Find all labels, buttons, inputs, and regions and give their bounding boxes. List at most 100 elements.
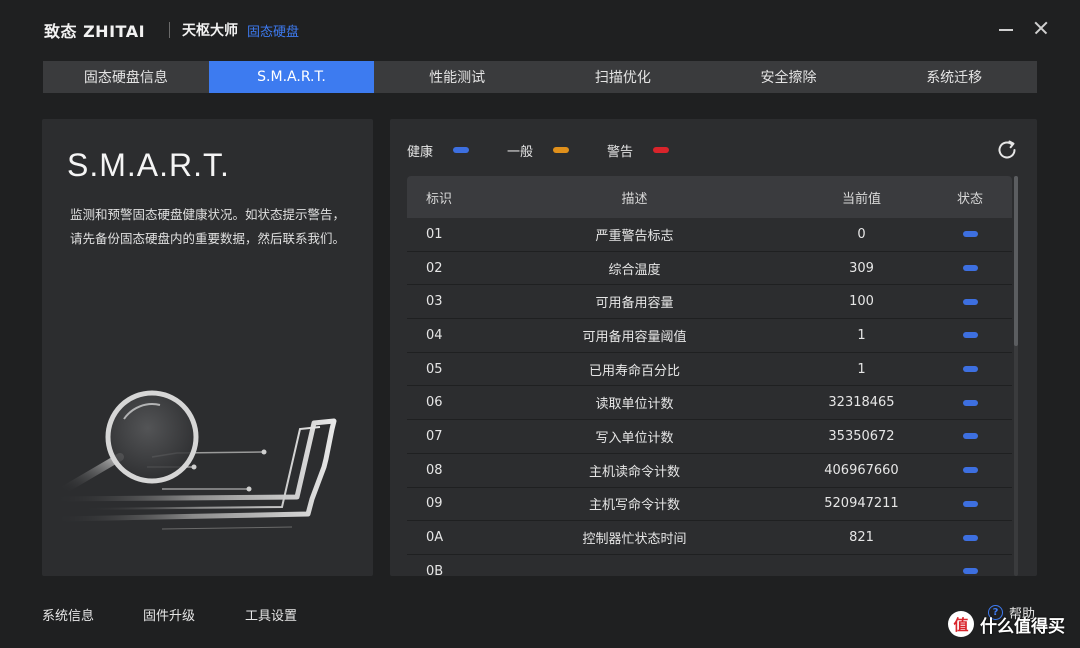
refresh-icon[interactable] <box>996 139 1018 161</box>
row-state <box>928 399 1012 406</box>
legend-swatch-blue <box>453 147 470 153</box>
watermark-text: 什么值得买 <box>980 616 1065 637</box>
smart-attributes-table: 标识 描述 当前值 状态 01 严重警告标志 0 02 综合温度 309 03 可用备用容量 1… <box>407 176 1012 576</box>
status-indicator <box>962 366 978 373</box>
row-current-value: 0 <box>857 226 866 242</box>
tab-system-migration[interactable]: 系统迁移 <box>871 61 1037 93</box>
row-current-value: 35350672 <box>828 428 895 444</box>
smart-table-panel: 健康 一般 警告 标识 描述 当前值 状态 01 严重警告标志 0 02 综合温度 309… <box>390 119 1037 576</box>
row-id: 0B <box>426 563 444 576</box>
tool-settings-link[interactable]: 工具设置 <box>245 605 297 624</box>
table-row: 0A 控制器忙状态时间 821 <box>407 521 1012 555</box>
row-state <box>928 467 1012 474</box>
legend-healthy: 健康 <box>407 141 470 160</box>
close-icon[interactable] <box>1031 18 1051 38</box>
table-scrollbar[interactable] <box>1014 176 1018 576</box>
row-state <box>928 298 1012 305</box>
brand-logo: 致态 ZHITAI <box>44 22 146 41</box>
smart-title: S.M.A.R.T. <box>67 147 230 183</box>
row-description: 已用寿命百分比 <box>588 363 680 379</box>
status-indicator <box>962 332 978 339</box>
row-current-value: 32318465 <box>828 395 895 411</box>
row-current-value: 520947211 <box>824 496 899 512</box>
table-row: 01 严重警告标志 0 <box>407 218 1012 252</box>
row-id: 06 <box>426 395 443 411</box>
header-id: 标识 <box>426 191 453 207</box>
main-tabs: 固态硬盘信息 S.M.A.R.T. 性能测试 扫描优化 安全擦除 系统迁移 <box>43 61 1037 93</box>
row-description: 严重警告标志 <box>595 228 674 244</box>
row-current-value: 1 <box>857 327 866 343</box>
product-subtitle: 固态硬盘 <box>247 25 300 40</box>
table-row: 06 读取单位计数 32318465 <box>407 386 1012 421</box>
watermark-badge: 值 <box>948 611 974 637</box>
row-current-value: 406967660 <box>824 462 899 478</box>
status-indicator <box>962 231 978 238</box>
status-indicator <box>962 500 978 507</box>
row-current-value: 821 <box>849 530 874 546</box>
header-current-value: 当前值 <box>841 191 881 207</box>
tab-ssd-info[interactable]: 固态硬盘信息 <box>43 61 209 93</box>
status-indicator <box>962 534 978 541</box>
row-current-value: 309 <box>849 260 874 276</box>
header-state: 状态 <box>956 191 983 207</box>
row-state <box>928 332 1012 339</box>
row-id: 03 <box>426 294 443 310</box>
row-description: 写入单位计数 <box>595 430 674 446</box>
table-row: 08 主机读命令计数 406967660 <box>407 454 1012 488</box>
footer-bar: 系统信息 固件升级 工具设置 ? 帮助 <box>0 595 1080 635</box>
tab-smart[interactable]: S.M.A.R.T. <box>208 61 375 93</box>
row-description: 控制器忙状态时间 <box>582 532 687 548</box>
row-id: 04 <box>426 327 443 343</box>
row-state <box>928 568 1012 575</box>
minimize-icon[interactable] <box>996 18 1016 38</box>
row-state <box>928 265 1012 272</box>
table-row: 07 写入单位计数 35350672 <box>407 420 1012 454</box>
row-id: 05 <box>426 361 443 377</box>
status-indicator <box>962 265 978 272</box>
title-separator <box>169 22 170 38</box>
scrollbar-thumb[interactable] <box>1014 176 1018 346</box>
row-state <box>928 500 1012 507</box>
legend-label: 警告 <box>607 144 634 160</box>
row-id: 07 <box>426 428 443 444</box>
status-indicator <box>962 399 978 406</box>
tab-scan-optimize[interactable]: 扫描优化 <box>540 61 706 93</box>
table-body: 01 严重警告标志 0 02 综合温度 309 03 可用备用容量 100 04 可用备用容量阈值 1… <box>407 218 1012 576</box>
site-watermark: 值 什么值得买 <box>948 610 1065 638</box>
firmware-upgrade-link[interactable]: 固件升级 <box>143 605 195 624</box>
table-row: 09 主机写命令计数 520947211 <box>407 488 1012 522</box>
row-id: 02 <box>426 260 443 276</box>
table-row: 03 可用备用容量 100 <box>407 285 1012 320</box>
title-bar: 致态 ZHITAI 天枢大师 固态硬盘 <box>0 0 1080 60</box>
row-state <box>928 366 1012 373</box>
row-state <box>928 433 1012 440</box>
table-row: 05 已用寿命百分比 1 <box>407 353 1012 387</box>
smart-info-panel: S.M.A.R.T. 监测和预警固态硬盘健康状况。如状态提示警告，请先备份固态硬… <box>42 119 373 576</box>
smart-description: 监测和预警固态硬盘健康状况。如状态提示警告，请先备份固态硬盘内的重要数据，然后联… <box>70 207 346 246</box>
legend-warning: 警告 <box>607 141 670 160</box>
tab-performance-test[interactable]: 性能测试 <box>374 61 540 93</box>
row-description: 可用备用容量 <box>595 296 674 312</box>
product-name: 天枢大师 <box>182 23 238 39</box>
row-id: 09 <box>426 496 443 512</box>
row-id: 08 <box>426 462 443 478</box>
system-info-link[interactable]: 系统信息 <box>42 605 94 624</box>
legend-swatch-orange <box>553 147 570 153</box>
status-indicator <box>962 568 978 575</box>
tab-secure-erase[interactable]: 安全擦除 <box>706 61 872 93</box>
row-description: 读取单位计数 <box>595 397 674 413</box>
row-description: 主机写命令计数 <box>588 498 680 514</box>
legend-label: 健康 <box>407 144 434 160</box>
table-row: 0B <box>407 555 1012 576</box>
row-description: 可用备用容量阈值 <box>582 329 687 345</box>
status-indicator <box>962 433 978 440</box>
table-header: 标识 描述 当前值 状态 <box>407 176 1012 218</box>
row-state <box>928 231 1012 238</box>
legend-swatch-red <box>653 147 670 153</box>
table-row: 04 可用备用容量阈值 1 <box>407 319 1012 353</box>
row-id: 01 <box>426 226 443 242</box>
status-indicator <box>962 467 978 474</box>
row-state <box>928 534 1012 541</box>
row-description: 综合温度 <box>608 262 661 278</box>
table-row: 02 综合温度 309 <box>407 252 1012 286</box>
